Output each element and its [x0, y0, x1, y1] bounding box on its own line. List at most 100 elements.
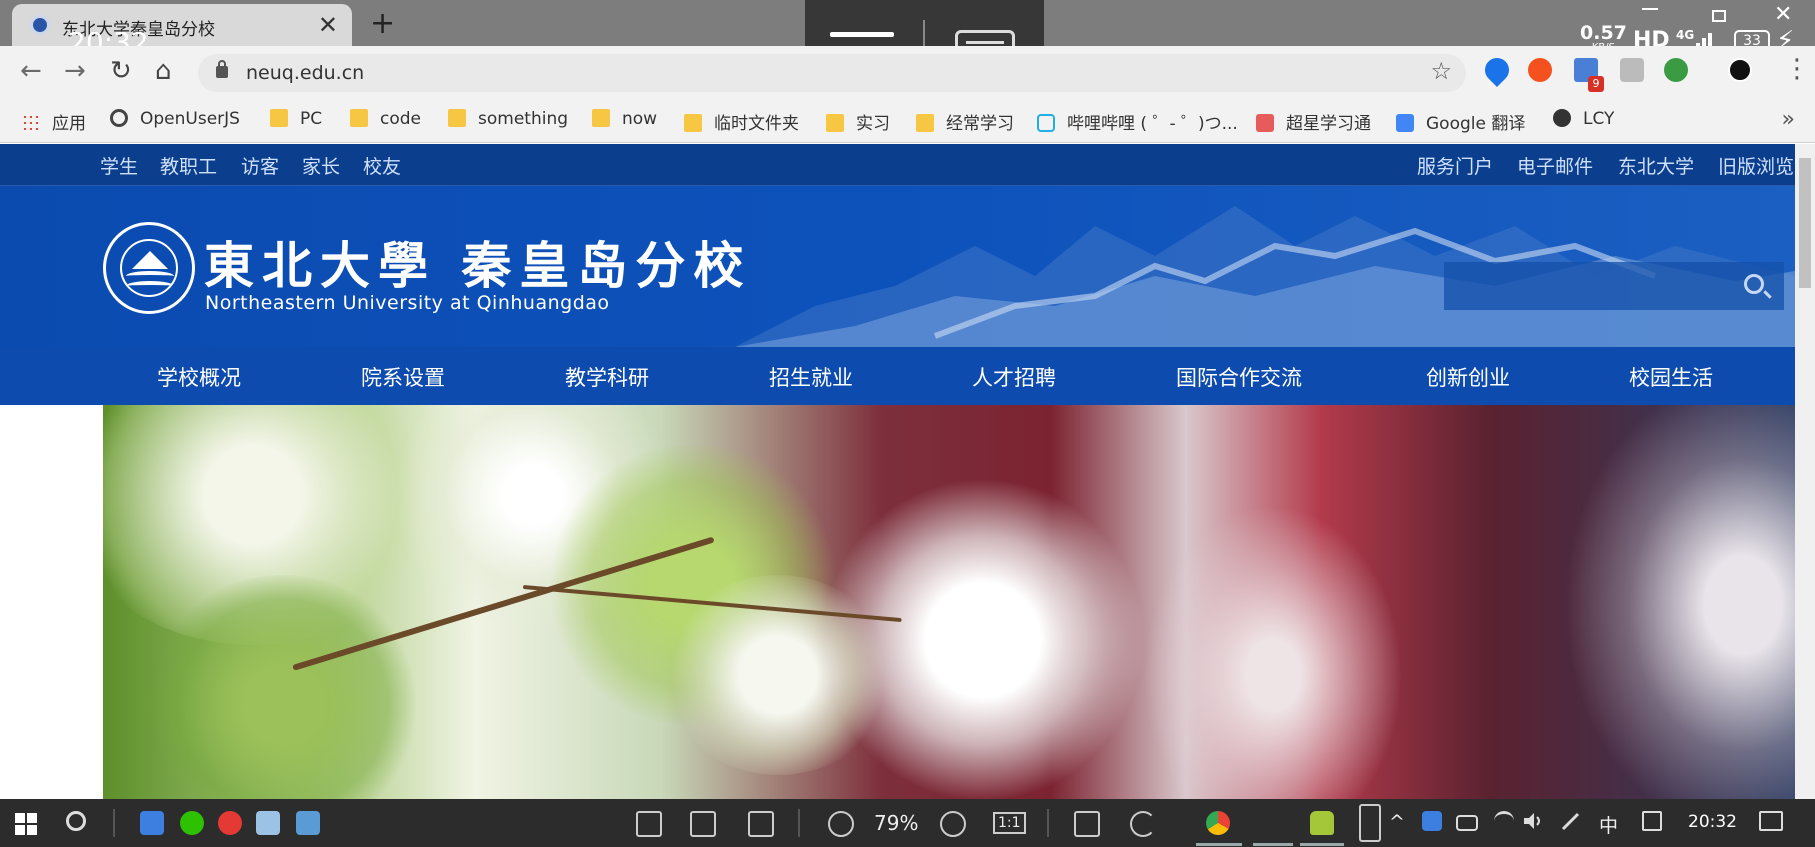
folder-icon	[684, 114, 702, 132]
zoom-in-icon[interactable]	[940, 811, 966, 837]
network-speed-value: 0.57	[1580, 22, 1627, 44]
nav-item-recruitment[interactable]: 人才招聘	[972, 362, 1056, 392]
link-parents[interactable]: 家长	[302, 152, 340, 179]
scroll-arrows-icon[interactable]	[1359, 804, 1381, 842]
window-minimize-icon[interactable]	[1642, 8, 1658, 10]
back-arrow-icon[interactable]: ←	[20, 56, 42, 86]
forward-arrow-icon[interactable]: →	[64, 56, 86, 86]
site-search-input[interactable]	[1444, 262, 1734, 310]
bookmark-lcy[interactable]: LCY	[1553, 109, 1614, 133]
url-text[interactable]: neuq.edu.cn	[246, 62, 364, 84]
bookmarks-overflow-icon[interactable]: »	[1782, 107, 1795, 132]
bookmark-label: something	[478, 109, 569, 129]
tray-expand-icon[interactable]: ^	[1389, 811, 1405, 833]
save-icon[interactable]	[636, 811, 662, 837]
link-email[interactable]: 电子邮件	[1517, 152, 1593, 179]
bookmark-folder-now[interactable]: now	[592, 109, 657, 133]
nav-item-teaching-research[interactable]: 教学科研	[565, 362, 649, 392]
extension-infinity-icon[interactable]	[1528, 58, 1552, 82]
pen-icon[interactable]	[1560, 811, 1582, 831]
link-service-portal[interactable]: 服务门户	[1417, 152, 1493, 179]
chrome-icon[interactable]	[1206, 811, 1230, 835]
address-bar[interactable]: neuq.edu.cn ☆	[198, 54, 1466, 92]
bookmark-label: PC	[300, 109, 323, 129]
nav-item-campus-life[interactable]: 校园生活	[1629, 362, 1713, 392]
link-students[interactable]: 学生	[100, 152, 138, 179]
android-icon[interactable]	[1310, 811, 1334, 835]
extension-globe-icon[interactable]	[1664, 58, 1688, 82]
wechat-icon[interactable]	[180, 811, 204, 835]
bookmarks-bar: 应用 OpenUserJS PC code something now 临时文件…	[0, 99, 1815, 143]
bookmark-label: LCY	[1583, 109, 1615, 129]
windows-start-icon[interactable]	[15, 813, 37, 835]
search-icon[interactable]	[1744, 274, 1764, 294]
nav-item-school-overview[interactable]: 学校概况	[157, 362, 241, 392]
bookmark-folder-study[interactable]: 经常学习	[916, 109, 1014, 134]
bookmark-label: 应用	[52, 114, 86, 134]
bookmark-label: 实习	[856, 114, 890, 134]
bookmark-google-translate[interactable]: Google 翻译	[1396, 109, 1525, 134]
nav-item-admissions[interactable]: 招生就业	[769, 362, 853, 392]
taskbar-blocked-icon[interactable]	[218, 811, 242, 835]
taskbar-app-star-icon[interactable]	[140, 811, 164, 835]
laptop-icon[interactable]	[296, 811, 320, 835]
university-seal-logo[interactable]	[103, 222, 195, 314]
link-alumni[interactable]: 校友	[363, 152, 401, 179]
link-neu[interactable]: 东北大学	[1618, 152, 1694, 179]
bookmark-bilibili[interactable]: 哔哩哔哩 ( ゜- ゜)つ...	[1037, 109, 1238, 134]
nav-item-innovation[interactable]: 创新创业	[1426, 362, 1510, 392]
bookmark-folder-temp[interactable]: 临时文件夹	[684, 109, 799, 134]
bookmark-folder-code[interactable]: code	[350, 109, 421, 133]
bookmark-folder-something[interactable]: something	[448, 109, 568, 133]
window-close-icon[interactable]: ✕	[1774, 2, 1792, 27]
recycle-bin-icon[interactable]	[256, 811, 280, 835]
notification-center-icon[interactable]	[1759, 811, 1783, 831]
tray-app-icon[interactable]	[1422, 811, 1442, 831]
extension-map-pin-icon[interactable]	[1480, 53, 1514, 87]
page-scrollbar[interactable]	[1795, 144, 1815, 799]
profile-avatar[interactable]	[1728, 58, 1752, 82]
lock-icon[interactable]	[216, 60, 228, 78]
taskbar-clock[interactable]: 20:32	[1688, 812, 1737, 832]
taskbar-search-icon[interactable]	[66, 811, 86, 831]
chaoxing-icon	[1256, 114, 1274, 132]
bookmark-chaoxing[interactable]: 超星学习通	[1256, 109, 1371, 134]
browser-menu-icon[interactable]: ⋮	[1784, 54, 1810, 84]
university-name-english[interactable]: Northeastern University at Qinhuangdao	[205, 292, 610, 314]
hero-banner-image[interactable]	[103, 405, 1795, 799]
bookmark-apps[interactable]: 应用	[22, 109, 86, 134]
link-old-version[interactable]: 旧版浏览	[1718, 152, 1794, 179]
extension-shield-icon[interactable]	[1620, 58, 1644, 82]
scrollbar-thumb[interactable]	[1799, 158, 1811, 288]
actual-size-button[interactable]: 1:1	[993, 812, 1026, 834]
share-icon[interactable]	[748, 811, 774, 837]
fullscreen-icon[interactable]	[1074, 811, 1100, 837]
battery-tray-icon[interactable]	[1456, 815, 1478, 831]
home-icon[interactable]: ⌂	[155, 56, 172, 86]
taskbar-separator	[798, 809, 800, 837]
tab-close-icon[interactable]: ✕	[318, 11, 338, 39]
bookmark-folder-internship[interactable]: 实习	[826, 109, 890, 134]
bookmark-star-icon[interactable]: ☆	[1430, 57, 1452, 85]
nav-item-international[interactable]: 国际合作交流	[1176, 362, 1302, 392]
zoom-out-icon[interactable]	[828, 811, 854, 837]
site-search	[1444, 262, 1784, 310]
browser-tab[interactable]: 东北大学秦皇岛分校 ✕	[12, 4, 352, 46]
resize-icon[interactable]	[690, 811, 716, 837]
volume-icon[interactable]	[1522, 811, 1544, 831]
link-visitors[interactable]: 访客	[241, 152, 279, 179]
ime-grid-icon[interactable]	[1642, 811, 1662, 831]
lcy-icon	[1553, 109, 1571, 127]
wifi-icon[interactable]	[1494, 811, 1514, 831]
rotate-icon[interactable]	[1130, 811, 1156, 837]
link-staff[interactable]: 教职工	[160, 152, 217, 179]
university-name-chinese[interactable]: 東北大學 秦皇岛分校	[204, 226, 751, 298]
bookmark-openuserjs[interactable]: OpenUserJS	[110, 109, 240, 133]
ime-indicator[interactable]: 中	[1599, 811, 1618, 838]
nav-item-departments[interactable]: 院系设置	[361, 362, 445, 392]
site-header: 東北大學 秦皇岛分校 Northeastern University at Qi…	[0, 186, 1795, 347]
window-restore-icon[interactable]	[1712, 10, 1726, 22]
new-tab-button[interactable]: +	[370, 6, 395, 41]
bookmark-folder-pc[interactable]: PC	[270, 109, 322, 133]
reload-icon[interactable]: ↻	[110, 56, 132, 86]
